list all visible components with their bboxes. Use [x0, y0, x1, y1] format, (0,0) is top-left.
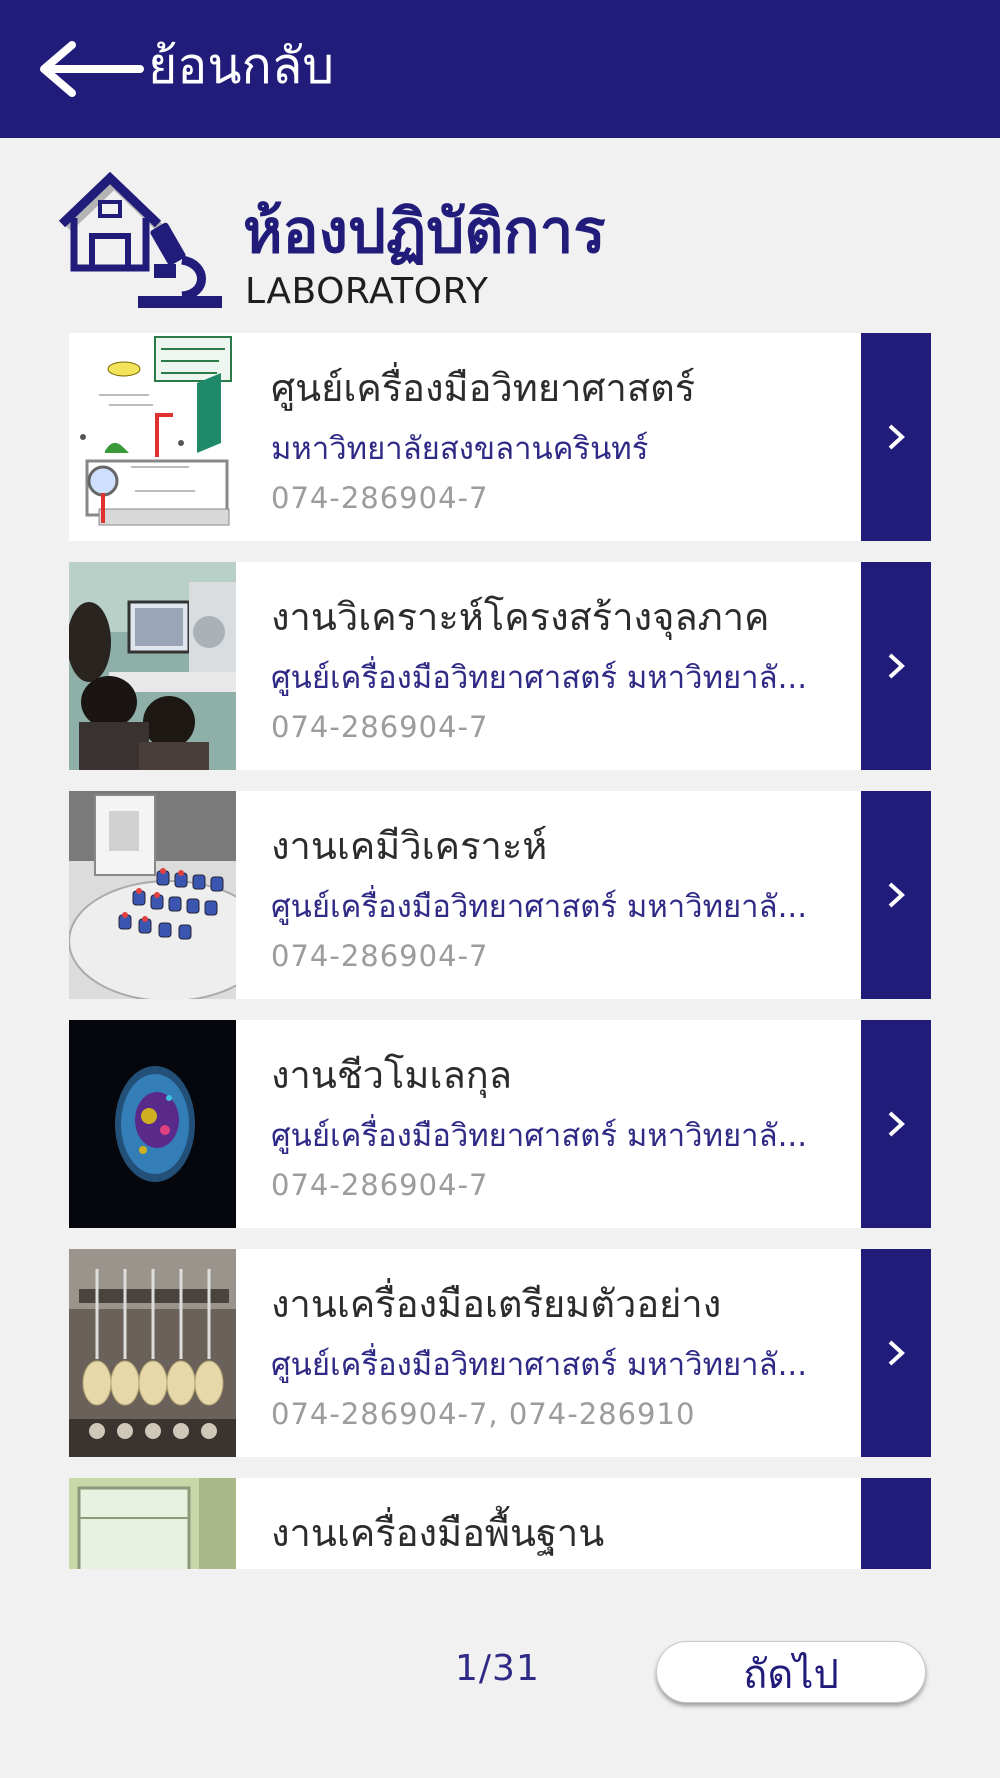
page-title: ห้องปฏิบัติการ — [243, 197, 606, 267]
chevron-right-icon — [888, 1340, 905, 1366]
item-thumbnail — [69, 791, 236, 999]
item-subtitle: ศูนย์เครื่องมือวิทยาศาสตร์ มหาวิทยาลั... — [271, 1118, 808, 1154]
item-open-button[interactable] — [861, 333, 931, 541]
list-item[interactable]: ศูนย์เครื่องมือวิทยาศาสตร์ มหาวิทยาลัยสง… — [69, 333, 931, 541]
item-subtitle: ศูนย์เครื่องมือวิทยาศาสตร์ มหาวิทยาลั... — [271, 889, 808, 925]
chevron-right-icon — [886, 1567, 906, 1569]
item-phone[interactable]: 074-286904-7 — [271, 1168, 831, 1202]
item-title: งานเครื่องมือพื้นฐาน — [271, 1511, 605, 1555]
item-subtitle: ศูนย์เครื่องมือวิทยาศาสตร์ มหาวิทยาลั... — [271, 1347, 808, 1383]
lab-list: ศูนย์เครื่องมือวิทยาศาสตร์ มหาวิทยาลัยสง… — [69, 333, 931, 1569]
next-page-button[interactable]: ถัดไป — [656, 1641, 926, 1703]
item-thumbnail — [69, 333, 236, 541]
extraction-apparatus-image — [69, 1249, 236, 1457]
item-thumbnail — [69, 1478, 236, 1569]
section-header: ห้องปฏิบัติการ LABORATORY — [58, 172, 958, 312]
lab-people-image — [69, 562, 236, 770]
back-arrow-icon — [40, 41, 144, 97]
item-thumbnail — [69, 1020, 236, 1228]
autosampler-image — [69, 791, 236, 999]
cell-image — [69, 1020, 236, 1228]
back-button[interactable]: ย้อนกลับ — [36, 33, 334, 106]
item-subtitle: ศูนย์เครื่องมือวิทยาศาสตร์ มหาวิทยาลั... — [271, 660, 808, 696]
item-title: งานเครื่องมือเตรียมตัวอย่าง — [271, 1282, 722, 1326]
chevron-right-icon — [888, 882, 905, 908]
item-thumbnail — [69, 562, 236, 770]
list-item[interactable]: งานเครื่องมือเตรียมตัวอย่าง ศูนย์เครื่อง… — [69, 1249, 931, 1457]
list-item[interactable]: งานเคมีวิเคราะห์ ศูนย์เครื่องมือวิทยาศาส… — [69, 791, 931, 999]
item-phone[interactable]: 074-286904-7 — [271, 481, 831, 515]
glass-cabinet-image — [69, 1478, 236, 1569]
top-bar: ย้อนกลับ — [0, 0, 1000, 138]
item-open-button[interactable] — [861, 1020, 931, 1228]
item-open-button[interactable] — [861, 791, 931, 999]
item-open-button[interactable] — [861, 1249, 931, 1457]
item-thumbnail — [69, 1249, 236, 1457]
page-subtitle: LABORATORY — [245, 271, 489, 312]
list-item[interactable]: งานวิเคราะห์โครงสร้างจุลภาค ศูนย์เครื่อง… — [69, 562, 931, 770]
page-indicator: 1/31 — [455, 1648, 540, 1689]
list-item[interactable]: งานเครื่องมือพื้นฐาน — [69, 1478, 931, 1569]
list-item[interactable]: งานชีวโมเลกุล ศูนย์เครื่องมือวิทยาศาสตร์… — [69, 1020, 931, 1228]
next-page-label: ถัดไป — [743, 1652, 839, 1698]
item-title: ศูนย์เครื่องมือวิทยาศาสตร์ — [271, 366, 696, 410]
item-phone[interactable]: 074-286904-7 — [271, 939, 831, 973]
item-open-button[interactable] — [861, 562, 931, 770]
chevron-right-icon — [888, 424, 905, 450]
item-title: งานเคมีวิเคราะห์ — [271, 824, 548, 868]
chevron-right-icon — [888, 1111, 905, 1137]
item-open-button[interactable] — [861, 1478, 931, 1569]
item-subtitle: มหาวิทยาลัยสงขลานครินทร์ — [271, 431, 649, 467]
item-title: งานชีวโมเลกุล — [271, 1053, 513, 1097]
item-phone[interactable]: 074-286904-7, 074-286910 — [271, 1397, 831, 1431]
chevron-right-icon — [888, 653, 905, 679]
campus-map-image — [69, 333, 236, 541]
back-label: ย้อนกลับ — [148, 36, 335, 95]
item-phone[interactable]: 074-286904-7 — [271, 710, 831, 744]
item-title: งานวิเคราะห์โครงสร้างจุลภาค — [271, 595, 770, 639]
house-microscope-icon — [58, 172, 222, 308]
